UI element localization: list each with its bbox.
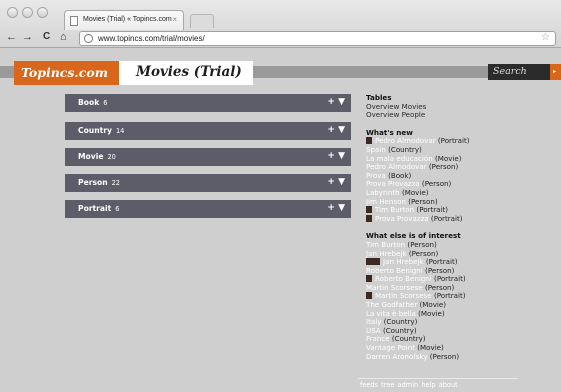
list-item-type: (Portrait): [437, 136, 470, 146]
list-item[interactable]: Darren Aronofsky (Person): [366, 351, 556, 362]
table-row-count: 20: [107, 153, 116, 161]
footer-links: feeds tree admin help about: [358, 378, 518, 392]
table-row-book[interactable]: Book 6 + ▼: [65, 94, 351, 112]
list-item-type: (Movie): [418, 308, 445, 318]
search-submit-button[interactable]: ▸: [550, 64, 561, 80]
site-logo[interactable]: Topincs.com: [14, 61, 119, 85]
table-row-count: 6: [103, 99, 108, 107]
table-row-controls[interactable]: + ▼: [327, 151, 345, 161]
whats-new-list: Pedro Almodovar (Portrait) Spain (Country…: [366, 137, 556, 223]
table-row-controls[interactable]: + ▼: [327, 97, 345, 107]
portrait-thumbnail-icon: [366, 214, 372, 222]
interest-list: Tim Burton (Person) Jan Hrebejk (Person) J…: [366, 240, 556, 362]
table-row-controls[interactable]: + ▼: [327, 177, 345, 187]
list-item-type: (Person): [428, 162, 459, 172]
portrait-thumbnail-icon: [366, 275, 372, 283]
table-row-count: 22: [111, 179, 120, 187]
table-row-count: 14: [115, 127, 125, 135]
globe-icon: [84, 34, 93, 43]
footer-link-help[interactable]: help: [421, 381, 435, 389]
table-row-country[interactable]: Country 14 + ▼: [65, 122, 351, 140]
table-row-portrait[interactable]: Portrait 6 + ▼: [65, 200, 351, 218]
table-row-movie[interactable]: Movie 20 + ▼: [65, 148, 351, 166]
footer-link-admin[interactable]: admin: [398, 381, 419, 389]
url-text: www.topincs.com/trial/movies/: [98, 34, 205, 43]
sidebar: Tables Overview Movies Overview People W…: [366, 93, 556, 362]
forward-button[interactable]: →: [22, 31, 33, 43]
minimize-window-button[interactable]: [22, 7, 33, 18]
footer-link-about[interactable]: about: [439, 381, 458, 389]
reload-button[interactable]: C: [43, 31, 50, 42]
list-item[interactable]: Prova Provazza (Portrait): [366, 213, 556, 224]
maximize-window-button[interactable]: [37, 7, 48, 18]
table-row-controls[interactable]: + ▼: [327, 125, 345, 135]
table-row-label[interactable]: Country: [78, 126, 112, 135]
back-button[interactable]: ←: [6, 31, 17, 43]
overview-people-link[interactable]: Overview People: [366, 111, 556, 120]
table-row-label[interactable]: Movie: [78, 152, 103, 161]
portrait-thumbnail-icon: [366, 206, 372, 214]
page-icon: [70, 16, 78, 26]
tab-close-icon[interactable]: ×: [172, 15, 177, 24]
list-item-type: (Portrait): [430, 213, 463, 223]
portrait-thumbnail-icon: [366, 137, 372, 145]
browser-tab[interactable]: Movies (Trial) « Topincs.com ×: [64, 10, 184, 30]
table-row-label[interactable]: Person: [78, 178, 108, 187]
table-row-label[interactable]: Book: [78, 98, 99, 107]
portrait-thumbnail-icon: [366, 292, 372, 300]
close-window-button[interactable]: [7, 7, 18, 18]
new-tab-button[interactable]: [190, 14, 214, 28]
page-title: Movies (Trial): [119, 61, 253, 85]
table-row-controls[interactable]: + ▼: [327, 203, 345, 213]
footer-link-tree[interactable]: tree: [381, 381, 394, 389]
list-item-name[interactable]: Prova Provazza: [375, 214, 429, 223]
portrait-thumbnail-icon: [366, 258, 380, 266]
browser-chrome: Movies (Trial) « Topincs.com × ← → C ⌂ w…: [0, 0, 561, 48]
bookmark-star-icon[interactable]: ☆: [541, 32, 550, 43]
list-item-name[interactable]: Darren Aronofsky: [366, 352, 428, 361]
address-bar[interactable]: www.topincs.com/trial/movies/ ☆: [79, 31, 556, 46]
table-row-count: 6: [115, 205, 120, 213]
table-row-label[interactable]: Portrait: [78, 204, 111, 213]
tab-title: Movies (Trial) « Topincs.com: [83, 16, 172, 23]
list-item-type: (Person): [429, 351, 460, 361]
search-input[interactable]: Search: [488, 64, 550, 80]
table-row-person[interactable]: Person 22 + ▼: [65, 174, 351, 192]
footer-link-feeds[interactable]: feeds: [360, 381, 378, 389]
home-button[interactable]: ⌂: [60, 31, 67, 43]
